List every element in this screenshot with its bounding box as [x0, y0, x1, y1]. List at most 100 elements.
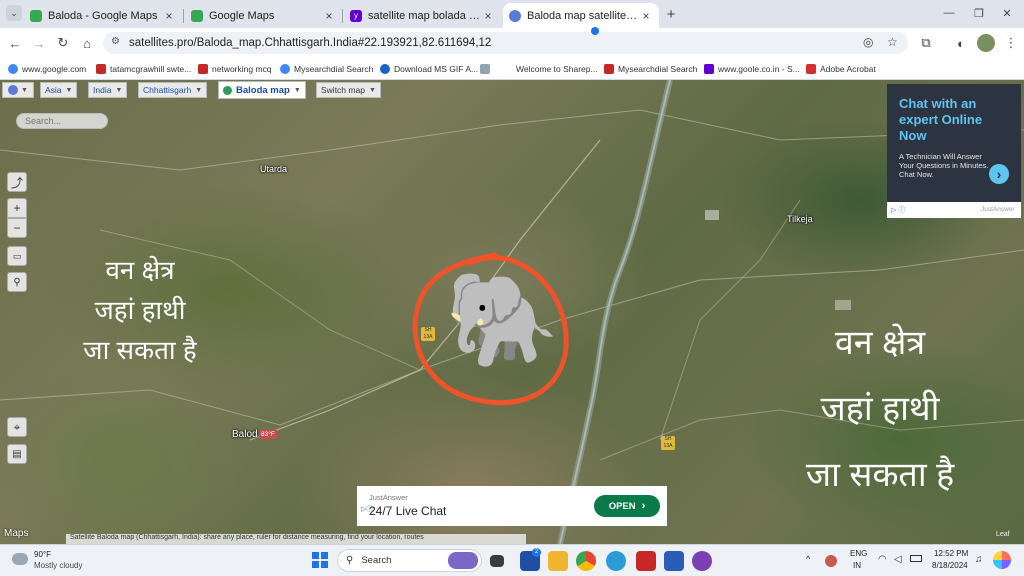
battery-icon[interactable]: [910, 555, 922, 562]
clock-date[interactable]: 8/18/2024: [932, 561, 968, 570]
language-top[interactable]: ENG: [850, 549, 867, 558]
yahoo-icon: [704, 64, 714, 74]
road-shield: SH 13A: [421, 327, 435, 341]
switch-map-button[interactable]: Switch map ▼: [316, 82, 381, 98]
address-bar[interactable]: ⚙ satellites.pro/Baloda_map.Chhattisgarh…: [103, 32, 908, 54]
satellite-map[interactable]: ▼ Asia ▼ India ▼ Chhattisgarh ▼ Baloda map ▼…: [0, 80, 1024, 544]
ruler-icon[interactable]: ▭: [7, 246, 27, 266]
ad-arrow-button[interactable]: ›: [989, 164, 1009, 184]
wifi-icon[interactable]: ◠: [878, 554, 887, 565]
zoom-in-button[interactable]: +: [7, 198, 27, 218]
acrobat-icon[interactable]: [636, 551, 656, 571]
bookmark-item[interactable]: Mysearchdial Search: [604, 62, 697, 76]
loading-indicator: [591, 27, 599, 35]
globe-icon: [8, 85, 19, 95]
profile-avatar[interactable]: [977, 34, 995, 52]
windows-start-icon[interactable]: [312, 552, 328, 568]
bookmark-item[interactable]: Welcome to Sharep...: [516, 62, 598, 76]
task-view-icon[interactable]: [490, 555, 504, 567]
share-icon[interactable]: ⤴: [7, 172, 27, 192]
tab-google-maps[interactable]: Google Maps ×: [185, 3, 342, 28]
leaflet-attribution: Leaf: [996, 531, 1010, 538]
bookmark-item[interactable]: [480, 62, 494, 76]
tab-close-icon[interactable]: ×: [322, 9, 336, 23]
weather-temp[interactable]: 90°F: [34, 550, 51, 559]
tab-close-icon[interactable]: ×: [162, 9, 176, 23]
chevron-down-icon: ▼: [65, 86, 73, 94]
site-info-icon[interactable]: ⚙: [111, 36, 120, 47]
app-icon[interactable]: [692, 551, 712, 571]
tray-app-icon[interactable]: [825, 555, 837, 567]
tab-baloda-google-maps[interactable]: Baloda - Google Maps ×: [24, 3, 182, 28]
globe-icon: [8, 64, 18, 74]
annotation-right: वन क्षेत्र जहां हाथी जा सकता है: [805, 324, 955, 494]
m-icon: [198, 64, 208, 74]
forward-icon[interactable]: →: [30, 34, 48, 52]
tab-close-icon[interactable]: ×: [639, 9, 653, 23]
zoom-out-button[interactable]: −: [7, 218, 27, 238]
notification-bell-icon[interactable]: ♫: [975, 554, 983, 565]
bookmark-item[interactable]: networking mcq: [198, 62, 272, 76]
cloud-icon[interactable]: [12, 553, 28, 565]
word-icon[interactable]: [664, 551, 684, 571]
volume-icon[interactable]: ◁: [894, 554, 902, 565]
current-map-selector[interactable]: Baloda map ▼: [218, 81, 306, 99]
image-icon: [480, 64, 490, 74]
tab-close-icon[interactable]: ×: [481, 9, 495, 23]
tab-search-button[interactable]: ⌄: [6, 5, 22, 21]
bookmark-item[interactable]: www.google.com: [8, 62, 86, 76]
notification-badge: 2: [532, 548, 541, 557]
layers-icon[interactable]: ▤: [7, 444, 27, 464]
tab-divider: [183, 9, 184, 23]
chrome-labs-icon[interactable]: ◐: [952, 34, 970, 52]
road-shield: SH 13A: [661, 436, 675, 450]
reload-icon[interactable]: ↻: [54, 34, 72, 52]
chevron-down-icon: ▼: [293, 86, 301, 94]
edge-icon[interactable]: [606, 551, 626, 571]
bookmark-item[interactable]: www.goole.co.in - S...: [704, 62, 800, 76]
minimize-button[interactable]: —: [940, 4, 958, 22]
breadcrumb-chhattisgarh[interactable]: Chhattisgarh ▼: [138, 82, 208, 98]
back-icon[interactable]: ←: [6, 34, 24, 52]
new-tab-button[interactable]: +: [662, 5, 680, 23]
extensions-icon[interactable]: ⧉: [917, 34, 935, 52]
search-icon: ⚲: [346, 555, 354, 566]
tab-satellite-map-search[interactable]: y satellite map bolada chhattisgarh ×: [344, 3, 501, 28]
annotation-left: वन क्षेत्र जहां हाथी जा सकता है: [83, 255, 197, 365]
yahoo-icon: y: [350, 9, 362, 22]
ad-top[interactable]: Chat with an expert Online Now A Technic…: [887, 84, 1021, 218]
bookmark-item[interactable]: Adobe Acrobat: [806, 62, 876, 76]
taskbar: 90°F Mostly cloudy ⚲ Search 2 ^ ENG IN ◠ …: [0, 544, 1024, 576]
bookmark-item[interactable]: Download MS GIF A...: [380, 62, 478, 76]
close-window-button[interactable]: ✕: [998, 4, 1016, 22]
tracking-protection-icon[interactable]: ◎: [863, 35, 873, 49]
bookmark-star-icon[interactable]: ☆: [887, 35, 898, 49]
ad-open-button[interactable]: OPEN ›: [594, 495, 660, 517]
breadcrumb-india[interactable]: India ▼: [88, 82, 128, 98]
taskbar-search-box[interactable]: ⚲ Search: [337, 549, 482, 572]
locate-me-icon[interactable]: ⌖: [7, 417, 27, 437]
breadcrumb-asia[interactable]: Asia ▼: [40, 82, 78, 98]
map-search-input[interactable]: [16, 113, 108, 129]
chrome-icon[interactable]: [576, 551, 596, 571]
bookmark-item[interactable]: Mysearchdial Search: [280, 62, 373, 76]
menu-icon[interactable]: ⋮: [1002, 34, 1020, 52]
ad-bottom[interactable]: ▷ⓘ JustAnswer 24/7 Live Chat OPEN ›: [357, 486, 667, 526]
site-logo-button[interactable]: ▼: [2, 82, 34, 98]
route-icon[interactable]: ⚲: [7, 272, 27, 292]
restore-button[interactable]: ❐: [970, 4, 988, 22]
tab-label: satellite map bolada chhattisgarh: [368, 9, 481, 22]
ad-choices-icon[interactable]: ▷ ⓘ: [891, 205, 905, 215]
google-icon: [280, 64, 290, 74]
show-hidden-icons[interactable]: ^: [806, 554, 810, 564]
file-explorer-icon[interactable]: [548, 551, 568, 571]
weather-desc[interactable]: Mostly cloudy: [34, 561, 82, 570]
language-bottom[interactable]: IN: [853, 561, 861, 570]
chevron-down-icon: ▼: [368, 86, 376, 94]
copilot-icon[interactable]: [993, 551, 1011, 569]
tab-baloda-map-satellite[interactable]: Baloda map satellite // India, Ch ×: [503, 3, 659, 28]
clock-time[interactable]: 12:52 PM: [934, 549, 968, 558]
home-icon[interactable]: ⌂: [78, 34, 96, 52]
ad-footer: JustAnswer: [981, 206, 1015, 213]
bookmark-item[interactable]: tatamcgrawhill swte...: [96, 62, 191, 76]
